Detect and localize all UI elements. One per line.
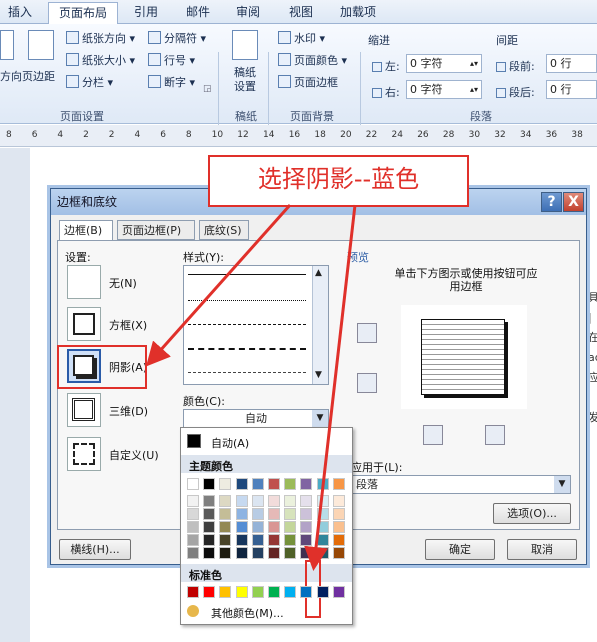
annotation-arrows (146, 204, 357, 571)
arrow-to-shadow (146, 204, 292, 367)
arrow-to-blue (304, 204, 357, 571)
